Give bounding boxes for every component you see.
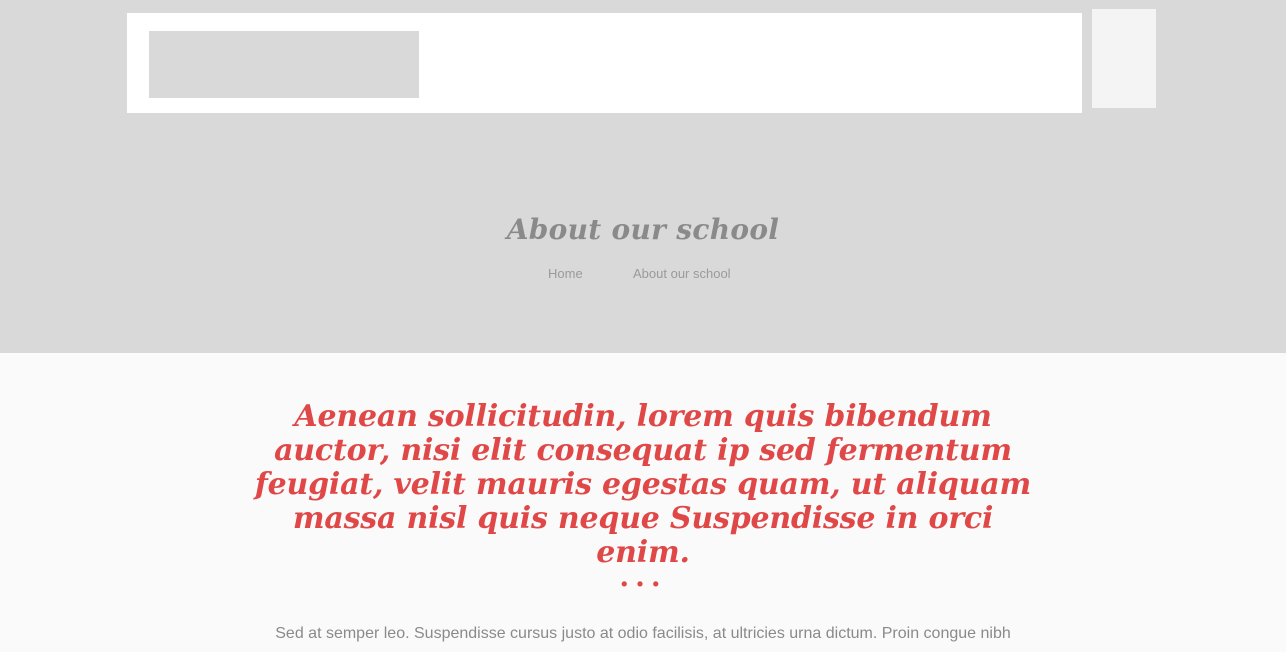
header-bar (127, 13, 1082, 113)
breadcrumb: Home About our school (0, 266, 1286, 286)
breadcrumb-current: About our school (633, 266, 731, 281)
page-title: About our school (506, 213, 780, 246)
dots-separator: ... (619, 560, 667, 593)
body-paragraph: Sed at semper leo. Suspendisse cursus ju… (275, 625, 1011, 642)
intro-quote: Aenean sollicitudin, lorem quis bibendum… (254, 399, 1032, 570)
logo-placeholder[interactable] (149, 31, 419, 98)
hero-section: About our school Home About our school (0, 0, 1286, 353)
header-side-block[interactable] (1092, 9, 1156, 108)
breadcrumb-home-link[interactable]: Home (548, 266, 583, 281)
